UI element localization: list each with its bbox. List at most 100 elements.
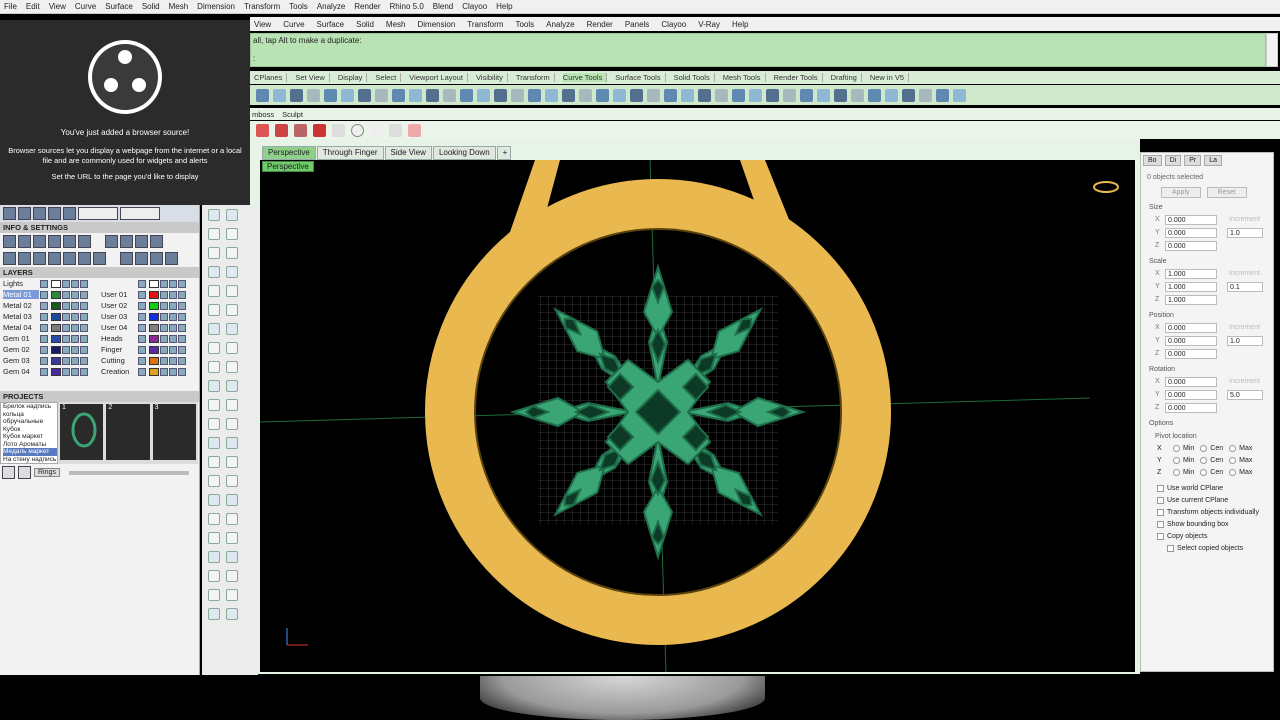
layer-lock-icon[interactable] xyxy=(160,279,168,288)
layer-visible-icon[interactable] xyxy=(71,345,79,354)
value-input[interactable]: 0.000 xyxy=(1165,335,1217,346)
layer-expand-icon[interactable] xyxy=(40,334,48,343)
draw-tool-icon[interactable] xyxy=(208,209,220,221)
toolbar-tab[interactable]: Display xyxy=(338,73,368,82)
command-scrollbar[interactable] xyxy=(1266,33,1278,67)
layer-expand-icon[interactable] xyxy=(138,367,146,376)
toolbar-tab[interactable]: Curve Tools xyxy=(562,73,608,82)
menu-item[interactable]: Clayoo xyxy=(661,20,686,29)
draw-tool-icon[interactable] xyxy=(208,456,220,468)
layer-option-icon[interactable] xyxy=(80,323,88,332)
layer-expand-icon[interactable] xyxy=(138,279,146,288)
toolbar-tab[interactable]: Drafting xyxy=(831,73,862,82)
layer-lock-icon[interactable] xyxy=(62,345,70,354)
layer-option-icon[interactable] xyxy=(178,345,186,354)
layer-color-swatch[interactable] xyxy=(51,345,61,354)
menu-item[interactable]: Transform xyxy=(467,20,503,29)
pivot-radio[interactable] xyxy=(1229,456,1237,464)
curve-tool-icon[interactable] xyxy=(732,88,745,102)
setting-icon[interactable] xyxy=(78,252,91,265)
pivot-radio[interactable] xyxy=(1173,468,1180,476)
option-row[interactable]: Select copied objects xyxy=(1167,542,1273,554)
layer-lock-icon[interactable] xyxy=(62,356,70,365)
curve-tool-icon[interactable] xyxy=(596,88,609,102)
sculpt-tool-icon[interactable] xyxy=(370,123,383,137)
draw-tool-icon[interactable] xyxy=(226,247,238,259)
draw-tool-icon[interactable] xyxy=(226,399,238,411)
layer-expand-icon[interactable] xyxy=(138,301,146,310)
layer-visible-icon[interactable] xyxy=(71,279,79,288)
menu-item[interactable]: Solid xyxy=(356,20,374,29)
tab-perspective[interactable]: Perspective xyxy=(262,146,316,160)
curve-tool-icon[interactable] xyxy=(885,88,898,102)
layer-row[interactable]: User 03 xyxy=(98,311,198,322)
layer-visible-icon[interactable] xyxy=(169,356,177,365)
menu-item[interactable]: Render xyxy=(587,20,613,29)
draw-tool-icon[interactable] xyxy=(226,323,238,335)
layer-expand-icon[interactable] xyxy=(40,367,48,376)
layer-option-icon[interactable] xyxy=(80,279,88,288)
sculpt-tool-icon[interactable] xyxy=(332,123,345,137)
draw-tool-icon[interactable] xyxy=(226,475,238,487)
option-row[interactable]: Use world CPlane xyxy=(1157,482,1273,494)
curve-tool-icon[interactable] xyxy=(698,88,711,102)
layer-option-icon[interactable] xyxy=(178,323,186,332)
display-icon[interactable] xyxy=(18,207,31,220)
project-item[interactable]: Медаль маркет xyxy=(3,448,57,456)
layer-visible-icon[interactable] xyxy=(71,290,79,299)
layer-expand-icon[interactable] xyxy=(40,301,48,310)
menu-item[interactable]: Clayoo xyxy=(462,2,487,11)
sculpt-tool-icon[interactable] xyxy=(408,123,421,137)
layer-option-icon[interactable] xyxy=(178,301,186,310)
draw-tool-icon[interactable] xyxy=(208,513,220,525)
toolbar-tab[interactable]: Mesh Tools xyxy=(723,73,766,82)
draw-tool-icon[interactable] xyxy=(208,494,220,506)
curve-tool-icon[interactable] xyxy=(919,88,932,102)
option-row[interactable]: Copy objects xyxy=(1157,530,1273,542)
menu-item[interactable]: Dimension xyxy=(197,2,235,11)
layer-lock-icon[interactable] xyxy=(62,367,70,376)
layer-visible-icon[interactable] xyxy=(169,279,177,288)
project-item[interactable]: На стену надпись xyxy=(3,456,57,464)
layer-expand-icon[interactable] xyxy=(40,345,48,354)
checkbox[interactable] xyxy=(1157,484,1164,492)
setting-icon[interactable] xyxy=(3,235,16,248)
menu-item[interactable]: Surface xyxy=(317,20,345,29)
value-input[interactable]: 0.000 xyxy=(1165,389,1217,400)
curve-tool-icon[interactable] xyxy=(528,88,541,102)
layer-visible-icon[interactable] xyxy=(169,345,177,354)
curve-tool-icon[interactable] xyxy=(902,88,915,102)
display-icon[interactable] xyxy=(48,207,61,220)
setting-icon[interactable] xyxy=(135,235,148,248)
draw-tool-icon[interactable] xyxy=(208,285,220,297)
menu-item[interactable]: File xyxy=(4,2,17,11)
project-thumb-1[interactable]: 1 xyxy=(60,404,104,460)
draw-tool-icon[interactable] xyxy=(226,361,238,373)
value-input[interactable]: 0.000 xyxy=(1165,240,1217,251)
layer-color-swatch[interactable] xyxy=(149,323,159,332)
menu-item[interactable]: Curve xyxy=(75,2,96,11)
curve-tool-icon[interactable] xyxy=(392,88,405,102)
draw-tool-icon[interactable] xyxy=(208,361,220,373)
layer-visible-icon[interactable] xyxy=(169,312,177,321)
layer-lock-icon[interactable] xyxy=(160,290,168,299)
layer-row[interactable]: Gem 03 xyxy=(0,355,98,366)
layer-color-swatch[interactable] xyxy=(51,290,61,299)
curve-tool-icon[interactable] xyxy=(545,88,558,102)
layer-option-icon[interactable] xyxy=(80,334,88,343)
toolbar-tab[interactable]: Render Tools xyxy=(774,73,823,82)
setting-icon[interactable] xyxy=(135,252,148,265)
layer-lock-icon[interactable] xyxy=(160,323,168,332)
project-item[interactable]: Лото Ароматы xyxy=(3,441,57,449)
pivot-radio[interactable] xyxy=(1200,456,1208,464)
curve-tool-icon[interactable] xyxy=(749,88,762,102)
draw-tool-icon[interactable] xyxy=(208,380,220,392)
tab-side-view[interactable]: Side View xyxy=(384,146,432,160)
layer-color-swatch[interactable] xyxy=(51,279,61,288)
curve-tool-icon[interactable] xyxy=(273,88,286,102)
value-input[interactable]: 0.000 xyxy=(1165,227,1217,238)
menu-item[interactable]: Rhino 5.0 xyxy=(390,2,424,11)
curve-tool-icon[interactable] xyxy=(647,88,660,102)
curve-tool-icon[interactable] xyxy=(256,88,269,102)
setting-icon[interactable] xyxy=(120,235,133,248)
